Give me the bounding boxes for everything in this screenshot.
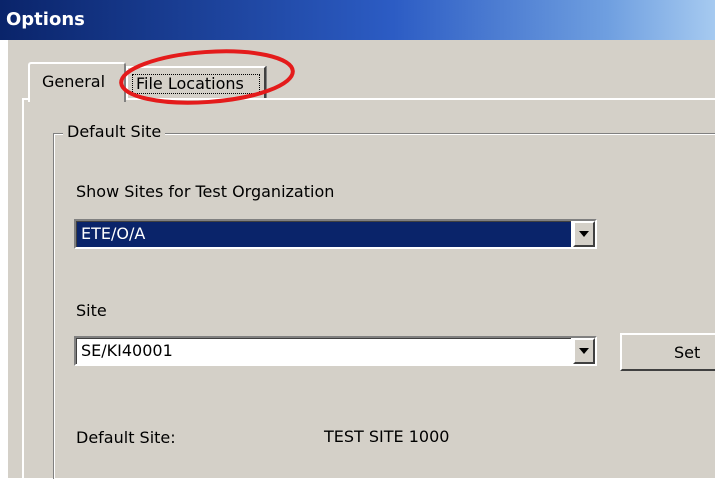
groupbox-legend: Default Site bbox=[63, 122, 166, 141]
site-label: Site bbox=[76, 301, 107, 320]
site-dropdown-button[interactable] bbox=[573, 338, 595, 364]
set-button[interactable]: Set bbox=[620, 333, 715, 371]
tab-file-locations-label: File Locations bbox=[136, 74, 244, 93]
site-combobox[interactable]: SE/KI40001 bbox=[74, 336, 597, 366]
org-label: Show Sites for Test Organization bbox=[76, 182, 335, 201]
default-site-label: Default Site: bbox=[76, 428, 176, 447]
tab-general-label: General bbox=[42, 72, 106, 91]
tab-file-locations[interactable]: File Locations bbox=[126, 66, 266, 98]
org-combobox[interactable]: ETE/O/A bbox=[74, 219, 597, 249]
title-bar: Options bbox=[0, 0, 715, 40]
tab-general[interactable]: General bbox=[28, 62, 126, 102]
window-title: Options bbox=[6, 9, 85, 30]
org-combobox-value: ETE/O/A bbox=[76, 221, 571, 247]
site-combobox-value: SE/KI40001 bbox=[76, 338, 571, 364]
org-dropdown-button[interactable] bbox=[573, 221, 595, 247]
default-site-value: TEST SITE 1000 bbox=[324, 427, 450, 446]
